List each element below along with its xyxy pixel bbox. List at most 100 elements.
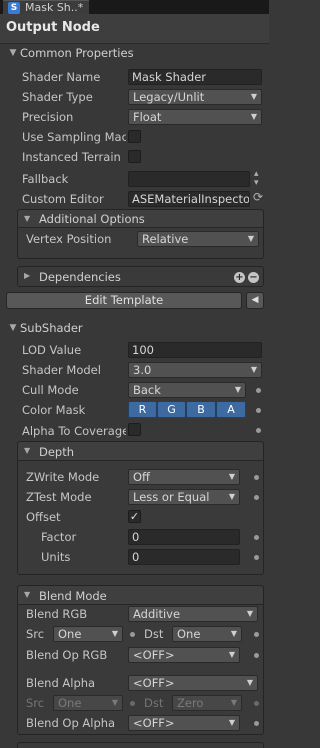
lod-value-field[interactable]: 100: [128, 342, 262, 358]
color-mask-b-toggle[interactable]: B: [186, 401, 216, 418]
depth-title: Depth: [39, 445, 75, 459]
cull-mode-dropdown[interactable]: Back ▼: [128, 382, 246, 398]
chevron-down-icon: ▼: [9, 48, 17, 58]
dst-alpha-dropdown[interactable]: Zero ▼: [172, 695, 242, 711]
src-alpha-label: Src: [26, 696, 45, 710]
blend-op-alpha-dropdown[interactable]: <OFF> ▼: [128, 715, 240, 731]
common-properties-foldout[interactable]: ▼ Common Properties: [6, 45, 134, 61]
shader-model-dropdown[interactable]: 3.0 ▼: [128, 362, 262, 378]
inline-property-dot-icon[interactable]: [254, 555, 259, 560]
inline-property-dot-icon[interactable]: [254, 475, 259, 480]
units-field[interactable]: 0: [128, 549, 240, 565]
inline-property-dot-icon[interactable]: [254, 632, 259, 637]
blend-mode-panel: ▼ Blend Mode Blend RGB Additive ▼ Src On…: [17, 585, 264, 735]
precision-value: Float: [133, 110, 162, 124]
blend-mode-header[interactable]: ▼ Blend Mode: [18, 586, 263, 605]
instanced-terrain-checkbox[interactable]: [128, 150, 141, 163]
inline-property-dot-icon[interactable]: [256, 408, 261, 413]
blend-op-alpha-label: Blend Op Alpha: [26, 716, 116, 730]
dst-label: Dst: [144, 627, 164, 641]
depth-header[interactable]: ▼ Depth: [18, 442, 263, 461]
fallback-field[interactable]: [128, 171, 250, 187]
caret-down-icon: ▼: [111, 629, 118, 638]
shader-name-field[interactable]: Mask Shader: [128, 69, 262, 85]
chevron-down-icon: ▼: [9, 323, 17, 333]
remove-icon[interactable]: −: [248, 272, 259, 283]
caret-down-icon: ▼: [230, 629, 237, 638]
inline-property-dot-icon[interactable]: [256, 428, 261, 433]
dst-dropdown[interactable]: One ▼: [172, 626, 242, 642]
fallback-label: Fallback: [22, 172, 69, 186]
caret-down-icon: ▼: [250, 365, 257, 374]
src-dropdown[interactable]: One ▼: [53, 626, 123, 642]
src-label: Src: [26, 627, 45, 641]
custom-editor-label: Custom Editor: [22, 192, 104, 206]
use-sampling-macros-checkbox[interactable]: [128, 130, 141, 143]
alpha-to-coverage-checkbox[interactable]: [128, 423, 141, 436]
additional-options-panel: ▼ Additional Options Vertex Position Rel…: [17, 209, 264, 259]
alpha-to-coverage-label: Alpha To Coverage: [22, 424, 126, 438]
shader-file-icon: S: [8, 2, 20, 14]
color-mask-r-toggle[interactable]: R: [128, 401, 157, 418]
fallback-picker-icon[interactable]: ▴ ▾: [254, 170, 259, 188]
node-header: Output Node: [0, 14, 269, 44]
inline-property-dot-icon[interactable]: [130, 632, 135, 637]
color-mask-g-toggle[interactable]: G: [157, 401, 186, 418]
vertex-position-value: Relative: [142, 232, 189, 246]
blend-op-rgb-label: Blend Op RGB: [26, 648, 108, 662]
ztest-mode-label: ZTest Mode: [26, 490, 92, 504]
precision-dropdown[interactable]: Float ▼: [128, 109, 262, 125]
blend-alpha-label: Blend Alpha: [26, 676, 96, 690]
src-alpha-dropdown[interactable]: One ▼: [53, 695, 123, 711]
subshader-foldout[interactable]: ▼ SubShader: [6, 320, 83, 336]
inline-property-dot-icon[interactable]: [254, 495, 259, 500]
common-properties-title: Common Properties: [20, 46, 134, 60]
shader-type-value: Legacy/Unlit: [133, 90, 205, 104]
caret-down-icon: ▼: [234, 385, 241, 394]
tab-bar: S Mask Sh..*: [0, 0, 269, 14]
chevron-left-icon[interactable]: ◀: [246, 292, 264, 309]
use-sampling-macros-label: Use Sampling Mac: [22, 130, 126, 144]
vertex-position-dropdown[interactable]: Relative ▼: [137, 231, 259, 247]
offset-checkbox[interactable]: ✓: [128, 510, 141, 523]
inline-property-dot-icon[interactable]: [254, 535, 259, 540]
additional-options-title: Additional Options: [39, 212, 145, 226]
caret-down-icon: ▼: [228, 492, 235, 501]
dst-value: One: [177, 627, 201, 641]
inline-property-dot-icon[interactable]: [254, 653, 259, 658]
caret-down-icon: ▼: [230, 698, 237, 707]
blend-rgb-dropdown[interactable]: Additive ▼: [128, 606, 258, 622]
shader-type-dropdown[interactable]: Legacy/Unlit ▼: [128, 89, 262, 105]
custom-editor-field[interactable]: ASEMaterialInspecto: [128, 191, 250, 207]
caret-down-icon: ▼: [228, 472, 235, 481]
shader-type-label: Shader Type: [22, 90, 93, 104]
ztest-mode-value: Less or Equal: [133, 490, 210, 504]
inline-property-dot-icon[interactable]: [254, 721, 259, 726]
zwrite-mode-dropdown[interactable]: Off ▼: [128, 469, 240, 485]
zwrite-mode-value: Off: [133, 470, 150, 484]
ztest-mode-dropdown[interactable]: Less or Equal ▼: [128, 489, 240, 505]
inline-property-dot-icon[interactable]: [130, 701, 135, 706]
tab-mask-shader[interactable]: S Mask Sh..*: [3, 0, 89, 14]
shader-model-value: 3.0: [133, 363, 152, 377]
factor-field[interactable]: 0: [128, 529, 240, 545]
color-mask-label: Color Mask: [22, 403, 86, 417]
inline-property-dot-icon[interactable]: [256, 388, 261, 393]
inline-property-dot-icon[interactable]: [254, 701, 259, 706]
blend-alpha-dropdown[interactable]: <OFF> ▼: [128, 675, 258, 691]
caret-down-icon: ▼: [246, 678, 253, 687]
edit-template-button[interactable]: Edit Template: [6, 292, 242, 309]
page-title: Output Node: [6, 20, 100, 35]
chevron-down-icon: ▼: [24, 446, 31, 455]
add-icon[interactable]: +: [234, 272, 245, 283]
precision-label: Precision: [22, 110, 74, 124]
blend-op-rgb-dropdown[interactable]: <OFF> ▼: [128, 647, 240, 663]
color-mask-a-toggle[interactable]: A: [216, 401, 246, 418]
vertex-position-label: Vertex Position: [26, 232, 112, 246]
cull-mode-label: Cull Mode: [22, 383, 79, 397]
chevron-right-icon: ▶: [24, 271, 31, 280]
reset-icon[interactable]: ⟳: [253, 190, 263, 204]
dependencies-panel[interactable]: ▶ Dependencies + −: [17, 266, 264, 287]
blend-rgb-label: Blend RGB: [26, 607, 88, 621]
additional-options-header[interactable]: ▼ Additional Options: [18, 210, 263, 228]
